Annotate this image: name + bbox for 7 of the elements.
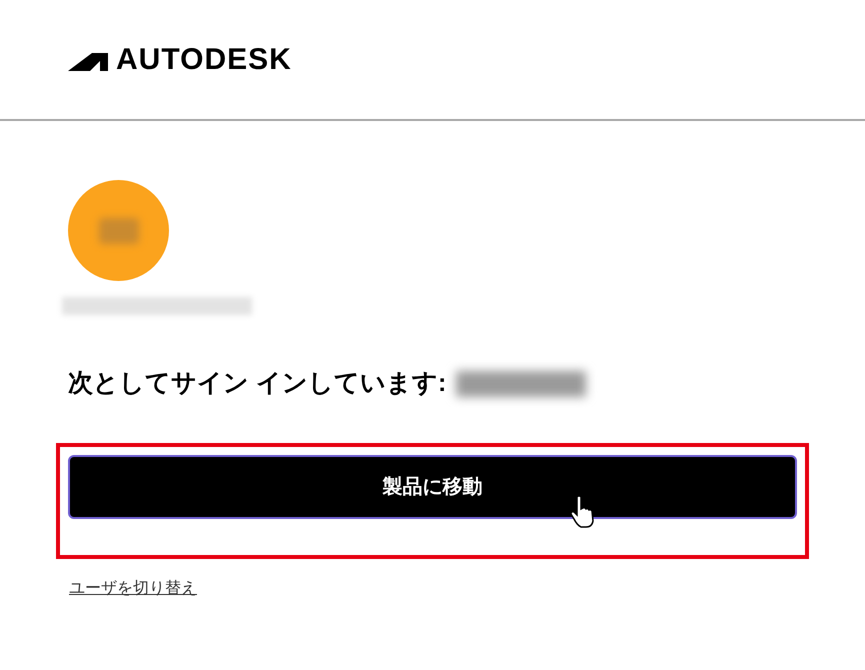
logo-text: AUTODESK bbox=[116, 44, 292, 74]
switch-user-link[interactable]: ユーザを切り替え bbox=[69, 580, 197, 596]
blurred-email-icon bbox=[62, 297, 252, 315]
signed-in-label: 次としてサイン インしています: bbox=[68, 368, 446, 399]
blurred-name-icon bbox=[456, 370, 586, 397]
blurred-initials-icon bbox=[98, 218, 138, 244]
go-to-products-button[interactable]: 製品に移動 bbox=[68, 454, 797, 518]
